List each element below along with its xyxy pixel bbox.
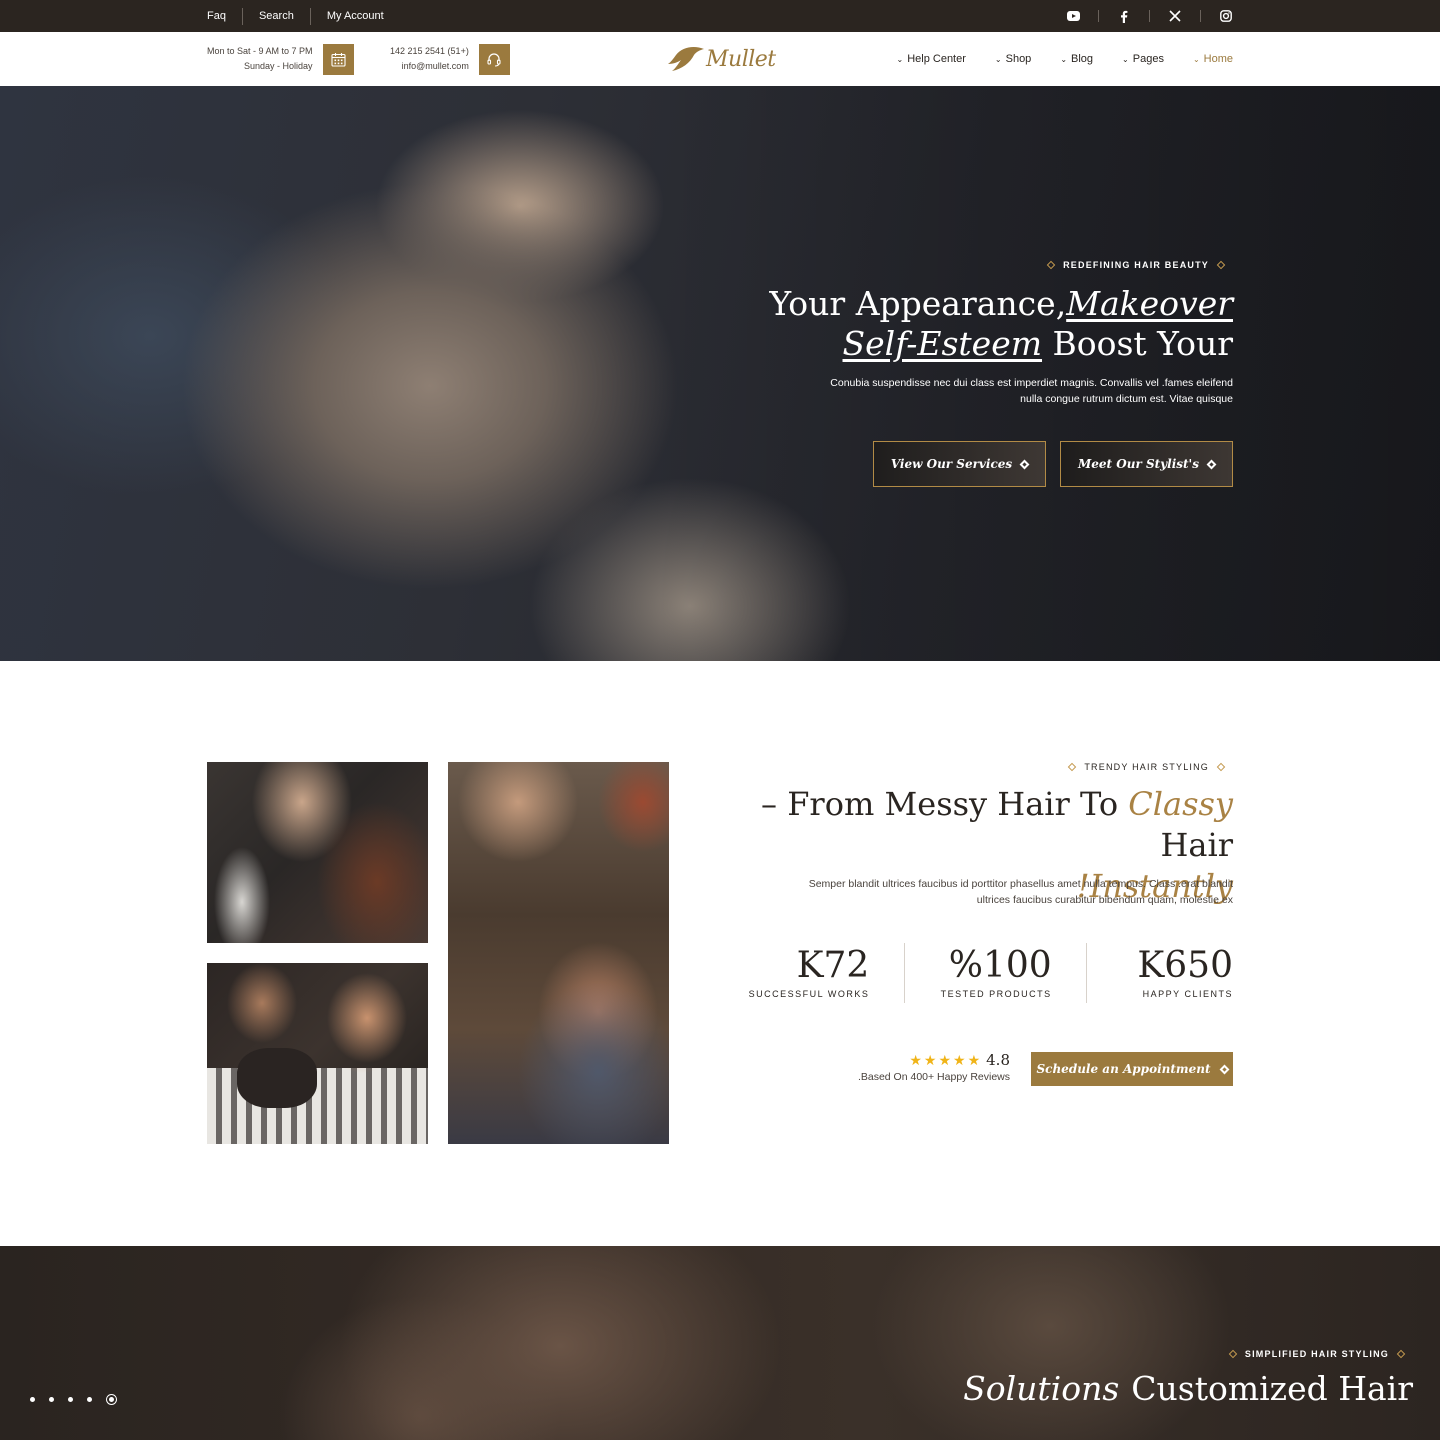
diamond-icon: [1019, 459, 1030, 469]
diamond-icon: [1396, 1349, 1406, 1359]
nav-help-center[interactable]: ⌄ Help Center: [897, 53, 966, 65]
rating-score: 4.8: [986, 1051, 1010, 1069]
nav-blog[interactable]: ⌄ Blog: [1060, 53, 1093, 65]
facebook-icon[interactable]: [1117, 9, 1131, 23]
chevron-down-icon: ⌄: [896, 54, 904, 64]
hero-banner: REDEFINING HAIR BEAUTY Your Appearance,M…: [0, 86, 1440, 661]
email-address[interactable]: info@mullet.com: [390, 59, 469, 74]
solutions-eyebrow: SIMPLIFIED HAIR STYLING: [1221, 1349, 1413, 1359]
star-icon: ★: [967, 1052, 981, 1068]
main-header: Mon to Sat - 9 AM to 7 PM Sunday - Holid…: [0, 32, 1440, 86]
slider-dot[interactable]: [30, 1397, 35, 1402]
divider: [1149, 10, 1150, 22]
hero-overlay: [0, 86, 1440, 661]
star-icon: ★: [953, 1052, 966, 1068]
solutions-title: Solutions Customized Hair: [963, 1369, 1413, 1408]
beard-trim-photo: [207, 963, 428, 1144]
chevron-down-icon: ⌄: [1060, 54, 1068, 64]
chevron-down-icon: ⌄: [994, 54, 1002, 64]
divider: [241, 7, 243, 25]
nav-shop[interactable]: ⌄ Shop: [995, 53, 1031, 65]
hair-spray-photo: [207, 762, 428, 943]
opening-hours: Mon to Sat - 9 AM to 7 PM Sunday - Holid…: [207, 32, 354, 86]
instagram-icon[interactable]: [1219, 9, 1233, 23]
stats-row: K72 SUCCESSFUL WORKS %100 TESTED PRODUCT…: [723, 943, 1233, 1003]
schedule-appointment-button[interactable]: Schedule an Appointment: [1031, 1052, 1233, 1086]
diamond-icon: [1068, 762, 1077, 772]
diamond-icon: [1216, 260, 1226, 270]
star-icon: ★: [938, 1052, 952, 1068]
faq-link[interactable]: Faq: [207, 0, 226, 32]
youtube-icon[interactable]: [1066, 9, 1080, 23]
logo-text: Mullet: [706, 46, 776, 72]
divider: [309, 7, 311, 25]
stat-successful-works: K72 SUCCESSFUL WORKS: [748, 945, 870, 999]
view-services-button[interactable]: View Our Services: [873, 441, 1046, 487]
divider: [1200, 10, 1201, 22]
search-link[interactable]: Search: [259, 0, 294, 32]
slider-dots: [30, 1394, 131, 1405]
hero-title: Your Appearance,Makeover Self-Esteem Boo…: [769, 284, 1233, 363]
rating-caption: .Based On 400+ Happy Reviews: [857, 1071, 1010, 1083]
x-icon[interactable]: [1168, 9, 1182, 23]
hero-buttons: View Our Services Meet Our Stylist's: [859, 441, 1233, 487]
diamond-icon: [1216, 762, 1226, 772]
star-icon: ★: [923, 1052, 937, 1068]
hair-swoosh-icon: [668, 47, 704, 71]
contact-info: 142 215 2541 (51+) info@mullet.com: [390, 32, 510, 86]
headset-icon: [478, 43, 510, 75]
divider: [1098, 10, 1099, 22]
about-description: Semper blandit ultrices faucibus id port…: [808, 878, 1233, 906]
about-eyebrow: TRENDY HAIR STYLING: [1060, 762, 1233, 772]
main-nav: ⌄ Help Center ⌄ Shop ⌄ Blog ⌄ Pages ⌄ Home: [868, 32, 1234, 86]
stat-happy-clients: K650 HAPPY CLIENTS: [1085, 943, 1233, 1003]
meet-stylists-button[interactable]: Meet Our Stylist's: [1060, 441, 1233, 487]
top-bar: Faq Search My Account: [0, 0, 1440, 32]
my-account-link[interactable]: My Account: [327, 0, 384, 32]
hours-weekdays: Mon to Sat - 9 AM to 7 PM: [207, 46, 313, 56]
slider-dot[interactable]: [68, 1397, 73, 1402]
hero-eyebrow: REDEFINING HAIR BEAUTY: [1039, 260, 1233, 270]
diamond-icon: [1219, 1064, 1229, 1074]
slider-dot[interactable]: [49, 1397, 54, 1402]
stat-tested-products: %100 TESTED PRODUCTS: [904, 943, 1085, 1003]
barber-styling-photo: [448, 762, 669, 1144]
top-links: Faq Search My Account: [207, 0, 384, 32]
site-logo[interactable]: Mullet: [668, 42, 776, 76]
calendar-icon: [322, 43, 354, 75]
nav-pages[interactable]: ⌄ Pages: [1122, 53, 1164, 65]
diamond-icon: [1046, 260, 1056, 270]
nav-home[interactable]: ⌄ Home: [1193, 53, 1233, 65]
diamond-icon: [1206, 459, 1217, 469]
chevron-down-icon: ⌄: [1122, 54, 1129, 64]
chevron-down-icon: ⌄: [1192, 54, 1200, 64]
hero-description: Conubia suspendisse nec dui class est im…: [830, 377, 1233, 405]
social-links: [1066, 0, 1233, 32]
slider-dot-active[interactable]: [106, 1394, 117, 1405]
hours-sunday: Sunday - Holiday: [244, 61, 313, 71]
phone-number[interactable]: 142 215 2541 (51+): [390, 44, 469, 59]
star-icon: ★: [909, 1052, 922, 1068]
diamond-icon: [1228, 1349, 1238, 1359]
review-rating: ★ ★ ★ ★ ★ 4.8 .Based On 400+ Happy Revie…: [858, 1051, 1010, 1083]
solutions-section: SIMPLIFIED HAIR STYLING Solutions Customi…: [0, 1246, 1440, 1440]
slider-dot[interactable]: [87, 1397, 92, 1402]
